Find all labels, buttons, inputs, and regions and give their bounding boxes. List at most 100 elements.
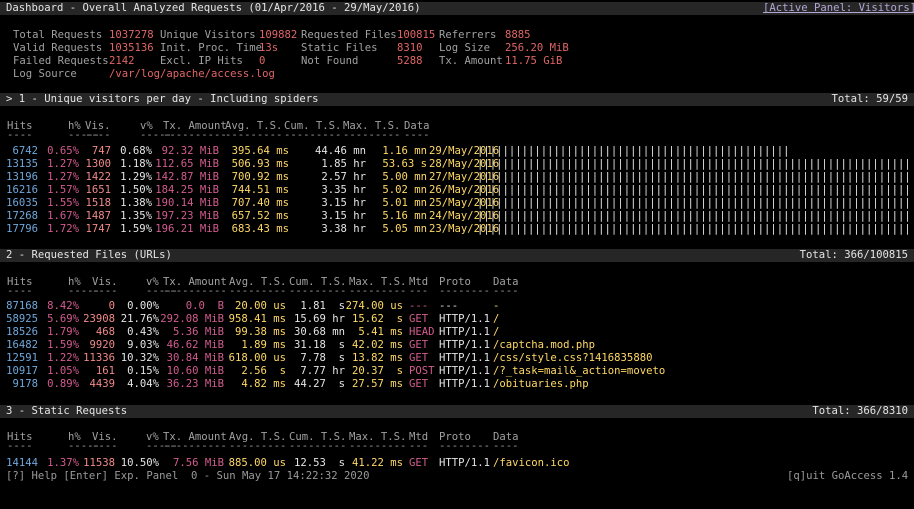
- stat-label: Log Source: [13, 68, 77, 80]
- table-row[interactable]: 12591 1.22% 11336 10.32% 30.84 MiB 618.00 us 7…: [0, 352, 914, 365]
- cell-hp: 1.05%: [47, 365, 79, 377]
- cell-avg: 395.64 ms: [231, 145, 289, 157]
- cell-proto: HTTP/1.1: [439, 457, 491, 469]
- stat-value: 5288: [397, 55, 423, 67]
- table-row[interactable]: 58925 5.69% 23908 21.76% 292.08 MiB 958.41 ms…: [0, 313, 914, 326]
- cell-max: 15.62 s: [351, 313, 403, 325]
- cell-vp: 1.35%: [120, 210, 152, 222]
- table-row[interactable]: 13196 1.27% 1422 1.29% 142.87 MiB 700.92 ms 2.…: [0, 171, 914, 184]
- table-row[interactable]: 9178 0.89% 4439 4.04% 36.23 MiB 4.82 ms 44.27 …: [0, 378, 914, 391]
- overall-row: Valid Requests 1035136 Init. Proc. Time 13s…: [0, 42, 914, 55]
- cell-vp: 0.15%: [127, 365, 159, 377]
- quit-hint[interactable]: [q]uit GoAccess 1.4: [787, 470, 908, 483]
- overall-row: Log Source/var/log/apache/access.log: [0, 68, 914, 81]
- cell-tx: 36.23 MiB: [166, 378, 224, 390]
- stat-label: Log Size: [439, 42, 491, 54]
- cell-cum: 7.78 s: [300, 352, 345, 364]
- cell-hits: 16482: [6, 339, 38, 351]
- cell-avg: 707.40 ms: [231, 197, 289, 209]
- cell-vp: 0.68%: [120, 145, 152, 157]
- cell-max: 20.37 s: [351, 365, 403, 377]
- cell-vp: 9.03%: [127, 339, 159, 351]
- table-row[interactable]: 13135 1.27% 1300 1.18% 112.65 MiB 506.93 ms 1.…: [0, 158, 914, 171]
- cell-hp: 1.22%: [47, 352, 79, 364]
- cell-vis: 0: [108, 300, 115, 312]
- cell-hp: 1.27%: [47, 158, 79, 170]
- cell-vis: 9920: [89, 339, 115, 351]
- stat-value: 1035136: [109, 42, 154, 54]
- cell-vis: 1300: [85, 158, 111, 170]
- cell-cum: 1.81 s: [300, 300, 345, 312]
- cell-avg: 618.00 us: [228, 352, 286, 364]
- cell-hits: 58925: [6, 313, 38, 325]
- table-row[interactable]: 6742 0.65% 747 0.68% 92.32 MiB 395.64 ms 44.46…: [0, 145, 914, 158]
- cell-vis: 1651: [85, 184, 111, 196]
- col-dash-tx: ----------: [163, 129, 227, 141]
- cell-vis: 11336: [83, 352, 115, 364]
- cell-mtd: HEAD: [409, 326, 435, 338]
- table-row[interactable]: 10917 1.05% 161 0.15% 10.60 MiB 2.56 s 7.77 hr…: [0, 365, 914, 378]
- help-hint[interactable]: [?] Help [Enter] Exp. Panel 0 - Sun May …: [6, 470, 370, 483]
- stat-value: 2142: [109, 55, 135, 67]
- table-row[interactable]: 14144 1.37% 11538 10.50% 7.56 MiB 885.00 us 12…: [0, 457, 914, 470]
- cell-cum: 30.68 mn: [293, 326, 345, 338]
- col-dash-proto: --------: [439, 285, 491, 297]
- cell-max: 5.05 mn: [382, 223, 427, 235]
- table-row[interactable]: 17268 1.67% 1487 1.35% 197.23 MiB 657.52 ms 3.…: [0, 210, 914, 223]
- col-dash-vis: ----: [85, 129, 111, 141]
- col-dash-hits: ----: [7, 285, 33, 297]
- cell-cum: 2.57 hr: [321, 171, 366, 183]
- panel-title-bar[interactable]: > 1 - Unique visitors per day - Includin…: [0, 93, 914, 106]
- table-row[interactable]: 16482 1.59% 9920 9.03% 46.62 MiB 1.89 ms 31.18…: [0, 339, 914, 352]
- cell-hp: 1.67%: [47, 210, 79, 222]
- cell-mtd: GET: [409, 339, 429, 351]
- table-row[interactable]: 18526 1.79% 468 0.43% 5.36 MiB 99.38 ms 30.68 …: [0, 326, 914, 339]
- cell-hp: 8.42%: [47, 300, 79, 312]
- panel-title: 3 - Static Requests: [6, 405, 128, 417]
- cell-hp: 0.65%: [47, 145, 79, 157]
- table-row[interactable]: 16216 1.57% 1651 1.50% 184.25 MiB 744.51 ms 3.…: [0, 184, 914, 197]
- cell-max: 27.57 ms: [351, 378, 403, 390]
- cell-tx: 5.36 MiB: [172, 326, 224, 338]
- cell-vis: 747: [91, 145, 111, 157]
- cell-vis: 23908: [83, 313, 115, 325]
- stat-value: 8885: [505, 29, 531, 41]
- cell-cum: 3.35 hr: [321, 184, 366, 196]
- cell-hits: 17268: [6, 210, 38, 222]
- table-row[interactable]: 87168 8.42% 0 0.00% 0.0 B 20.00 us 1.81 s 274.0…: [0, 300, 914, 313]
- stat-value: 109882: [259, 29, 298, 41]
- active-panel-indicator: [Active Panel: Visitors]: [763, 2, 914, 14]
- col-dash-mtd: ---: [409, 285, 429, 297]
- stat-label: Total Requests: [13, 29, 103, 41]
- column-header-dashes: ---- ----- ---- ----- ---------- --------- ---…: [0, 440, 914, 453]
- table-row[interactable]: 16035 1.55% 1518 1.38% 190.14 MiB 707.40 ms 3.…: [0, 197, 914, 210]
- cell-max: 274.00 us: [345, 300, 403, 312]
- stat-label: Unique Visitors: [160, 29, 256, 41]
- cell-tx: 0.0 B: [185, 300, 224, 312]
- cell-hp: 1.27%: [47, 171, 79, 183]
- stat-label: Requested Files: [301, 29, 397, 41]
- cell-tx: 190.14 MiB: [155, 197, 219, 209]
- cell-avg: 99.38 ms: [234, 326, 286, 338]
- panel-total: Total: 59/59: [831, 93, 908, 105]
- cell-mtd: GET: [409, 378, 429, 390]
- cell-avg: 657.52 ms: [231, 210, 289, 222]
- col-dash-cum: ---------: [284, 129, 342, 141]
- cell-hits: 16216: [6, 184, 38, 196]
- col-dash-cum: ---------: [289, 285, 347, 297]
- cell-cum: 15.69 hr: [293, 313, 345, 325]
- panel-title-bar[interactable]: 2 - Requested Files (URLs) Total: 366/100…: [0, 249, 914, 262]
- cell-bars: ||||||||||||||||||||||||||||||||||||||||…: [477, 210, 909, 222]
- cell-data: /favicon.ico: [493, 457, 570, 469]
- cell-hp: 1.59%: [47, 339, 79, 351]
- cell-data: -: [493, 300, 500, 312]
- cell-proto: HTTP/1.1: [439, 378, 491, 390]
- col-dash-mtd: ---: [409, 440, 429, 452]
- cell-vis: 1487: [85, 210, 111, 222]
- panel-title-bar[interactable]: 3 - Static Requests Total: 366/8310: [0, 405, 914, 418]
- cell-tx: 30.84 MiB: [166, 352, 224, 364]
- col-dash-data: ----: [493, 285, 519, 297]
- cell-tx: 92.32 MiB: [161, 145, 219, 157]
- table-row[interactable]: 17796 1.72% 1747 1.59% 196.21 MiB 683.43 ms 3.…: [0, 223, 914, 236]
- cell-hp: 1.57%: [47, 184, 79, 196]
